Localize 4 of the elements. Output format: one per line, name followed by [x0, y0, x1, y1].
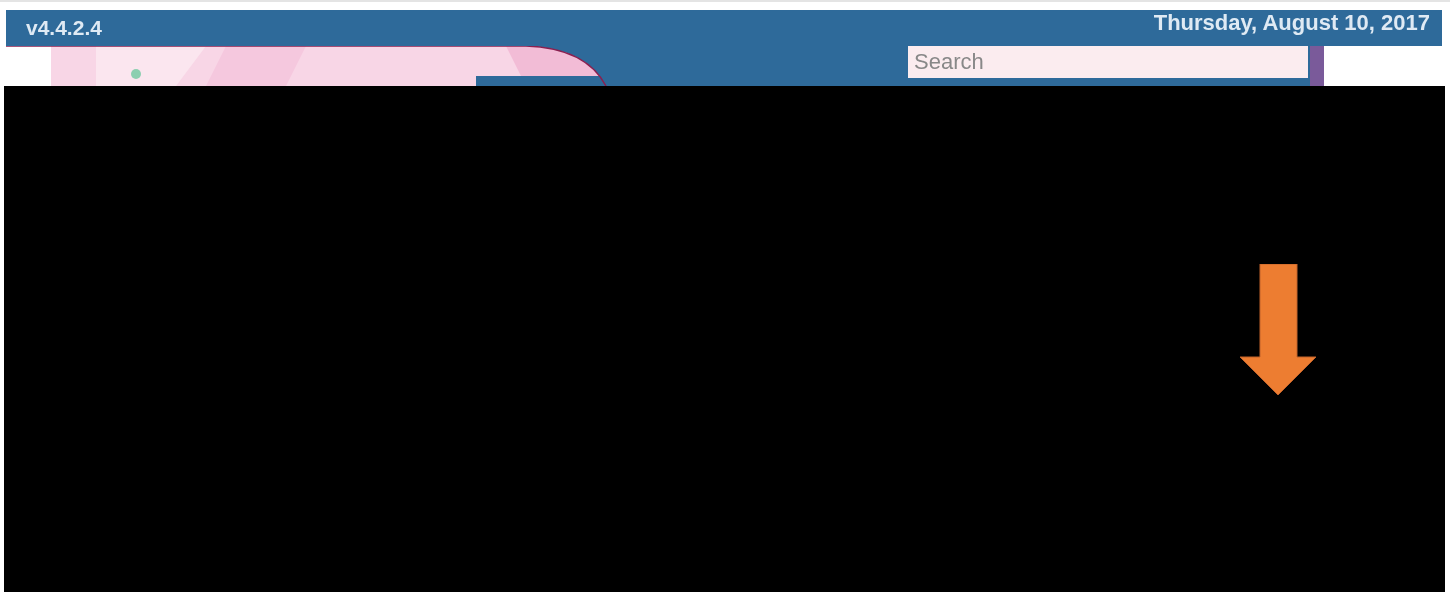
- version-label: v4.4.2.4: [26, 16, 102, 40]
- search-field[interactable]: Search: [908, 46, 1308, 78]
- down-arrow-icon: [1240, 264, 1316, 395]
- date-label: Thursday, August 10, 2017: [1153, 10, 1430, 36]
